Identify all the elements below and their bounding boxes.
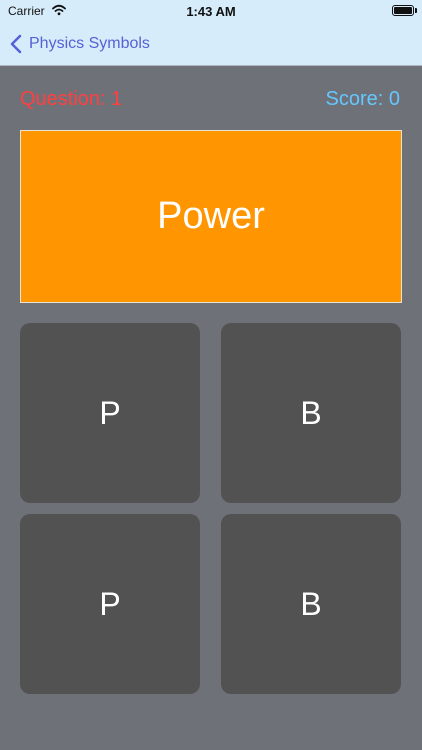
answer-label: P <box>99 585 121 622</box>
status-bar: Carrier 1:43 AM <box>0 0 422 24</box>
battery-level <box>394 7 412 14</box>
answer-button-3[interactable]: P <box>20 514 200 694</box>
back-button[interactable]: Physics Symbols <box>10 32 150 56</box>
answer-label: B <box>300 394 322 431</box>
answer-button-2[interactable]: B <box>221 323 401 503</box>
back-button-label: Physics Symbols <box>29 35 150 52</box>
answer-label: P <box>99 394 121 431</box>
score-label: Score: 0 <box>325 88 400 110</box>
chevron-left-icon <box>10 34 22 54</box>
battery-icon <box>392 5 414 16</box>
battery-cap <box>415 8 417 13</box>
question-label: Question: 1 <box>20 88 123 110</box>
answer-button-1[interactable]: P <box>20 323 200 503</box>
answer-label: B <box>300 585 322 622</box>
prompt-card: Power <box>20 130 402 303</box>
status-time: 1:43 AM <box>186 4 236 19</box>
navigation-bar: Physics Symbols <box>0 24 422 66</box>
answer-button-4[interactable]: B <box>221 514 401 694</box>
prompt-text: Power <box>157 195 265 237</box>
